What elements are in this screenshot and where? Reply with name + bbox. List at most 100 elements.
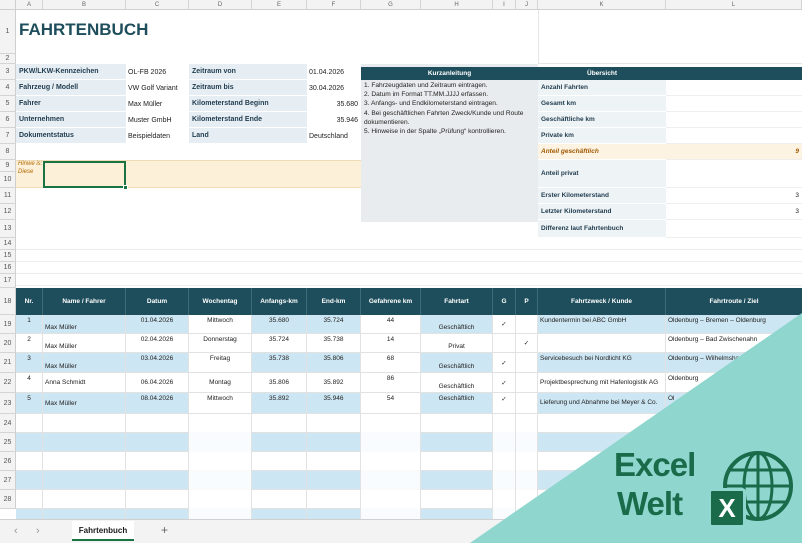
value-private-km[interactable] [666, 128, 802, 144]
table-header-wochentag[interactable]: Wochentag [189, 288, 252, 315]
row-header-23[interactable]: 23 [0, 393, 16, 414]
row-header-16[interactable]: 16 [0, 262, 16, 274]
cell-g[interactable]: ✓ [493, 353, 516, 373]
selected-cell-b10[interactable] [43, 161, 126, 188]
row-header-7[interactable]: 7 [0, 128, 16, 144]
cell-fahrtart[interactable]: Geschäftlich [421, 353, 493, 373]
cell-g[interactable]: ✓ [493, 315, 516, 334]
column-header-e[interactable]: E [252, 0, 307, 10]
value-km-beginn[interactable]: 35.680 [307, 96, 361, 112]
column-header-d[interactable]: D [189, 0, 252, 10]
row-header-21[interactable]: 21 [0, 353, 16, 373]
row-header-26[interactable]: 26 [0, 452, 16, 471]
value-fahrzeug[interactable]: VW Golf Variant [126, 80, 189, 96]
cell-fahrtzweck[interactable]: Lieferung und Abnahme bei Meyer & Co. [538, 393, 666, 414]
cell-anfangs-km[interactable]: 35.892 [252, 393, 307, 414]
value-kennzeichen[interactable]: OL-FB 2026 [126, 64, 189, 80]
cell-nr[interactable]: 3 [16, 353, 43, 373]
value-anteil-geschaeftlich[interactable]: 9 [666, 144, 802, 160]
row-header-17[interactable]: 17 [0, 274, 16, 288]
row-header-24[interactable]: 24 [0, 414, 16, 433]
column-header-h[interactable]: H [421, 0, 493, 10]
cell-nr[interactable]: 4 [16, 373, 43, 393]
row-header-27[interactable]: 27 [0, 471, 16, 490]
cell-fahrtart[interactable]: Geschäftlich [421, 393, 493, 414]
cell-fahrtzweck[interactable]: Kundentermin bei ABC GmbH [538, 315, 666, 334]
row-header-28[interactable]: 28 [0, 490, 16, 509]
cell-end-km[interactable]: 35.892 [307, 373, 361, 393]
cell-datum[interactable]: 08.04.2026 [126, 393, 189, 414]
value-gesamt-km[interactable] [666, 96, 802, 112]
row-header-5[interactable]: 5 [0, 96, 16, 112]
cell-p[interactable]: ✓ [516, 334, 538, 353]
value-letzter-km[interactable]: 3 [666, 204, 802, 220]
table-header-end-km[interactable]: End-km [307, 288, 361, 315]
table-header-name[interactable]: Name / Fahrer [43, 288, 126, 315]
cell-fahrtzweck[interactable] [538, 334, 666, 353]
cell-g[interactable] [493, 334, 516, 353]
value-unternehmen[interactable]: Muster GmbH [126, 112, 189, 128]
cell-gefahrene-km[interactable]: 44 [361, 315, 421, 334]
column-header-c[interactable]: C [126, 0, 189, 10]
cell-p[interactable] [516, 353, 538, 373]
value-zeitraum-bis[interactable]: 30.04.2026 [307, 80, 361, 96]
select-all-corner[interactable] [0, 0, 16, 10]
cell-end-km[interactable]: 35.738 [307, 334, 361, 353]
row-header-9[interactable]: 9 [0, 160, 16, 172]
value-erster-km[interactable]: 3 [666, 188, 802, 204]
cell-name[interactable]: Max Müller [43, 353, 126, 373]
row-header-8[interactable]: 8 [0, 144, 16, 160]
row-header-19[interactable]: 19 [0, 315, 16, 334]
add-sheet-button[interactable]: + [161, 523, 168, 537]
cell-gefahrene-km[interactable]: 68 [361, 353, 421, 373]
cell-fahrtzweck[interactable]: Projektbesprechung mit Hafenlogistik AG [538, 373, 666, 393]
cell-datum[interactable]: 02.04.2026 [126, 334, 189, 353]
table-header-datum[interactable]: Datum [126, 288, 189, 315]
cell-wochentag[interactable]: Montag [189, 373, 252, 393]
row-header-10[interactable]: 10 [0, 172, 16, 188]
cell-name[interactable]: Anna Schmidt [43, 373, 126, 393]
cell-fahrtart[interactable]: Geschäftlich [421, 315, 493, 334]
cell-anfangs-km[interactable]: 35.724 [252, 334, 307, 353]
value-differenz[interactable] [666, 220, 802, 238]
row-header-2[interactable]: 2 [0, 54, 16, 64]
cell-nr[interactable]: 2 [16, 334, 43, 353]
value-anteil-privat[interactable] [666, 160, 802, 188]
prev-sheet-arrow[interactable]: ‹ [14, 525, 18, 537]
column-header-g[interactable]: G [361, 0, 421, 10]
row-header-20[interactable]: 20 [0, 334, 16, 353]
row-header-25[interactable]: 25 [0, 433, 16, 452]
fill-handle[interactable] [123, 185, 128, 190]
logo-area-cell[interactable] [538, 10, 802, 64]
row-header-18[interactable]: 18 [0, 288, 16, 315]
sheet-title[interactable]: FAHRTENBUCH [19, 20, 148, 40]
cell-p[interactable] [516, 393, 538, 414]
cell-gefahrene-km[interactable]: 86 [361, 373, 421, 393]
row-header-4[interactable]: 4 [0, 80, 16, 96]
cell-route[interactable]: Oldenburg – Bad Zwischenahn [666, 334, 802, 353]
next-sheet-arrow[interactable]: › [36, 525, 40, 537]
cell-g[interactable]: ✓ [493, 393, 516, 414]
cell-datum[interactable]: 03.04.2026 [126, 353, 189, 373]
table-header-nr[interactable]: Nr. [16, 288, 43, 315]
cell-nr[interactable]: 5 [16, 393, 43, 414]
column-header-b[interactable]: B [43, 0, 126, 10]
column-header-f[interactable]: F [307, 0, 361, 10]
row-header-13[interactable]: 13 [0, 220, 16, 238]
row-header-12[interactable]: 12 [0, 204, 16, 220]
cell-route[interactable]: Oldenburg – Wilhelmshaven [666, 353, 802, 373]
cell-wochentag[interactable]: Mittwoch [189, 393, 252, 414]
sheet-tab-fahrtenbuch[interactable]: Fahrtenbuch [72, 521, 134, 541]
cell-name[interactable]: Max Müller [43, 334, 126, 353]
cell-name[interactable]: Max Müller [43, 393, 126, 414]
cell-wochentag[interactable]: Mittwoch [189, 315, 252, 334]
cell-datum[interactable]: 06.04.2026 [126, 373, 189, 393]
value-fahrer[interactable]: Max Müller [126, 96, 189, 112]
cell-end-km[interactable]: 35.806 [307, 353, 361, 373]
value-dokumentstatus[interactable]: Beispieldaten [126, 128, 189, 144]
row-header-22[interactable]: 22 [0, 373, 16, 393]
value-anzahl-fahrten[interactable] [666, 80, 802, 96]
cell-route[interactable]: Oldenburg [666, 373, 802, 393]
cell-anfangs-km[interactable]: 35.806 [252, 373, 307, 393]
table-header-p[interactable]: P [516, 288, 538, 315]
